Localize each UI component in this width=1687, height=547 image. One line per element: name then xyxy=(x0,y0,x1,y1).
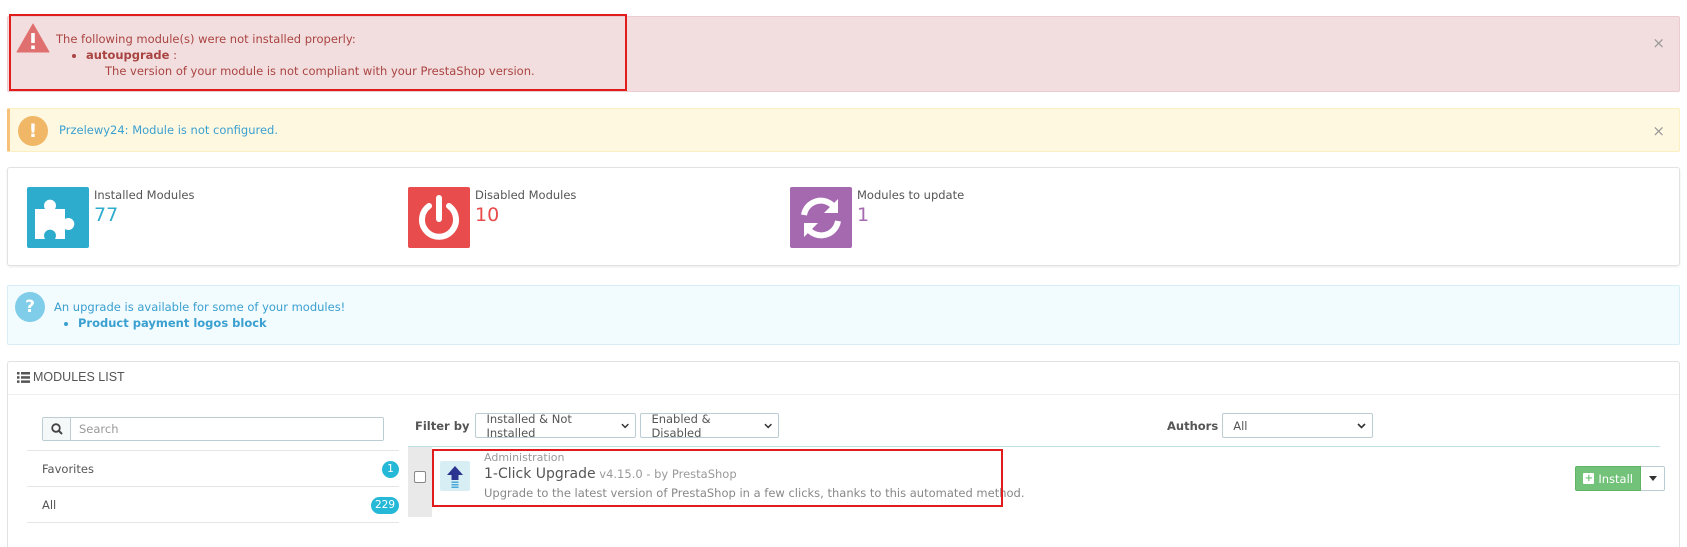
install-button[interactable]: + Install xyxy=(1575,466,1641,491)
category-count-badge: 229 xyxy=(370,497,399,514)
module-description: Upgrade to the latest version of PrestaS… xyxy=(484,486,1025,500)
kpi-panel: Installed Modules 77 Disabled Modules 10… xyxy=(7,167,1680,266)
refresh-icon xyxy=(790,187,852,248)
error-module-list: autoupgrade : xyxy=(86,48,177,62)
filter-label: Filter by xyxy=(415,418,470,433)
close-icon[interactable]: × xyxy=(1652,124,1665,139)
list-icon xyxy=(17,371,30,383)
modules-list-panel: MODULES LIST Favorites 1 All 229 Filter … xyxy=(7,361,1680,547)
kpi-label: Installed Modules xyxy=(94,188,195,202)
authors-label: Authors xyxy=(1167,418,1219,433)
info-alert: ? An upgrade is available for some of yo… xyxy=(7,285,1680,345)
module-checkbox[interactable] xyxy=(414,471,426,483)
select-value: Installed & Not Installed xyxy=(486,411,572,440)
question-icon: ? xyxy=(15,292,45,322)
select-column xyxy=(408,447,432,517)
caret-down-icon xyxy=(1648,476,1657,481)
module-row: Administration 1-Click Upgrade v4.15.0 -… xyxy=(408,447,1660,517)
upgrade-item[interactable]: Product payment logos block xyxy=(78,316,267,330)
category-list: Favorites 1 All 229 xyxy=(27,450,399,523)
upgrade-arrow-icon xyxy=(440,461,470,491)
error-module-item: autoupgrade : xyxy=(86,48,177,62)
authors-filter: Authors All xyxy=(1167,413,1374,438)
power-icon xyxy=(408,187,470,248)
chevron-down-icon xyxy=(764,423,773,428)
kpi-value: 10 xyxy=(475,204,500,226)
authors-select[interactable]: All xyxy=(1222,413,1374,438)
warning-alert: ! Przelewy24: Module is not configured. … xyxy=(7,108,1680,152)
module-category: Administration xyxy=(484,451,565,464)
chevron-down-icon xyxy=(621,423,630,428)
category-count-badge: 1 xyxy=(382,461,399,478)
category-favorites[interactable]: Favorites 1 xyxy=(27,451,399,487)
plus-icon: + xyxy=(1583,473,1595,484)
puzzle-icon xyxy=(27,187,89,248)
info-text: An upgrade is available for some of your… xyxy=(54,300,346,314)
enabled-status-select[interactable]: Enabled & Disabled xyxy=(640,411,780,440)
error-alert: The following module(s) were not install… xyxy=(7,16,1680,92)
install-dropdown-toggle[interactable] xyxy=(1641,466,1665,491)
filter-bar: Filter by Installed & Not Installed Enab… xyxy=(415,411,780,440)
search-box xyxy=(42,417,384,441)
modules-list-heading: MODULES LIST xyxy=(17,370,125,384)
search-icon xyxy=(43,418,71,440)
divider xyxy=(8,394,1679,395)
warning-text[interactable]: Przelewy24: Module is not configured. xyxy=(59,123,278,137)
close-icon[interactable]: × xyxy=(1652,36,1665,51)
error-message: The version of your module is not compli… xyxy=(105,64,535,78)
kpi-label: Modules to update xyxy=(857,188,965,202)
select-value: Enabled & Disabled xyxy=(651,411,711,440)
upgrade-list: Product payment logos block xyxy=(78,316,267,330)
kpi-value: 77 xyxy=(94,204,119,226)
warning-triangle-icon xyxy=(16,23,50,53)
search-input[interactable] xyxy=(71,418,383,440)
error-module-name: autoupgrade xyxy=(86,48,170,62)
select-value: All xyxy=(1233,418,1248,433)
category-label: Favorites xyxy=(42,462,94,476)
module-title: 1-Click Upgrade xyxy=(484,466,596,482)
category-all[interactable]: All 229 xyxy=(27,487,399,523)
kpi-value: 1 xyxy=(857,204,870,226)
error-title: The following module(s) were not install… xyxy=(56,32,356,46)
install-label: Install xyxy=(1598,471,1633,486)
install-status-select[interactable]: Installed & Not Installed xyxy=(475,411,637,440)
error-module-suffix: : xyxy=(169,48,177,62)
module-name: 1-Click Upgrade v4.15.0 - by PrestaShop xyxy=(484,466,737,482)
category-label: All xyxy=(42,498,57,512)
modules-list-title: MODULES LIST xyxy=(33,370,125,384)
kpi-label: Disabled Modules xyxy=(475,188,577,202)
chevron-down-icon xyxy=(1357,422,1366,429)
exclamation-icon: ! xyxy=(18,116,48,146)
install-button-group: + Install xyxy=(1575,466,1665,491)
module-version: v4.15.0 - by PrestaShop xyxy=(595,467,737,481)
